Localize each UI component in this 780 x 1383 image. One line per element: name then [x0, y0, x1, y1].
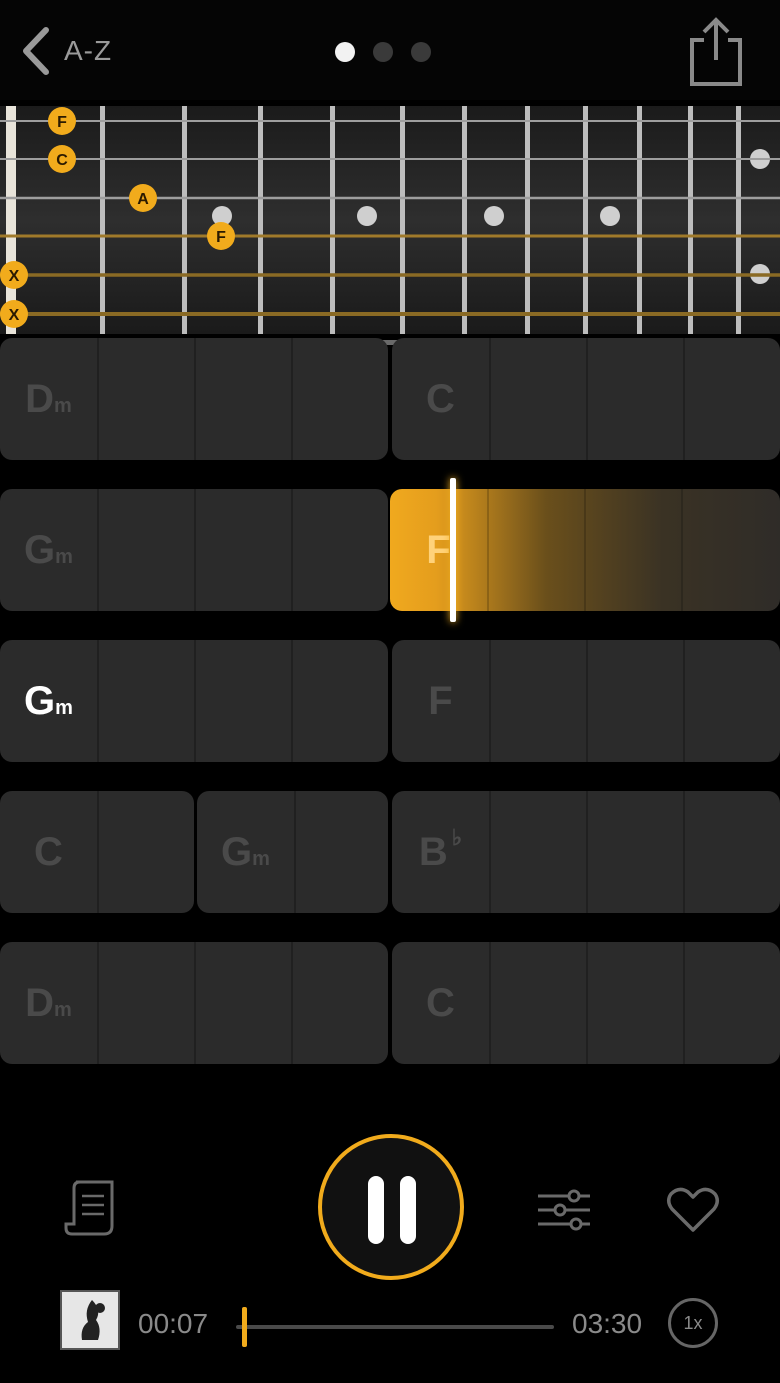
back-button[interactable]: A-Z	[18, 26, 112, 76]
chord-label: F	[428, 678, 453, 723]
chord-block[interactable]: Gm	[0, 640, 388, 762]
scroll-icon	[64, 1180, 114, 1236]
chord-block[interactable]: C	[392, 942, 780, 1064]
chord-block[interactable]: Gm	[197, 791, 388, 913]
chord-label: B ♭	[418, 825, 463, 874]
chevron-left-icon	[23, 27, 49, 75]
progress-track[interactable]	[236, 1325, 554, 1329]
svg-text:C: C	[56, 152, 68, 169]
chord-row: Dm C	[0, 338, 780, 460]
chord-label: C	[34, 829, 63, 874]
chord-row: Gm F	[0, 489, 780, 611]
pause-icon-bar	[368, 1176, 384, 1244]
page-dot-2[interactable]	[373, 42, 393, 62]
playback-speed-button[interactable]: 1x	[668, 1298, 718, 1348]
lyrics-sheet-button[interactable]	[64, 1176, 118, 1243]
chord-row: Gm F	[0, 640, 780, 762]
pause-icon-bar	[400, 1176, 416, 1244]
chord-label: Dm	[25, 376, 72, 421]
page-indicator	[335, 42, 431, 62]
chord-block[interactable]: C	[392, 338, 780, 460]
album-art-image	[62, 1292, 118, 1348]
total-duration: 03:30	[572, 1308, 643, 1339]
share-icon	[690, 17, 742, 86]
fretboard[interactable]: F C A F X X	[0, 100, 780, 340]
sliders-icon	[538, 1189, 590, 1231]
finger-marker: C	[48, 145, 76, 173]
page-dot-3[interactable]	[411, 42, 431, 62]
top-bar: A-Z	[0, 0, 780, 100]
chord-label: Gm	[221, 829, 270, 874]
muted-string-marker: X	[0, 261, 28, 289]
playhead[interactable]	[450, 478, 456, 622]
chord-block[interactable]: B ♭	[392, 791, 780, 913]
page-dot-1[interactable]	[335, 42, 355, 62]
back-label: A-Z	[64, 35, 113, 66]
chord-block[interactable]: C	[0, 791, 194, 913]
muted-string-marker: X	[0, 300, 28, 328]
svg-text:X: X	[9, 307, 20, 324]
heart-icon	[667, 1187, 719, 1232]
chord-block[interactable]: Dm	[0, 942, 388, 1064]
finger-marker: F	[48, 107, 76, 135]
svg-text:A: A	[137, 191, 149, 208]
active-chord-block[interactable]: F	[390, 489, 780, 611]
chord-row: C Gm B ♭	[0, 791, 780, 913]
current-chord-label: Gm	[24, 678, 73, 723]
mixer-button[interactable]	[536, 1188, 592, 1237]
chord-block[interactable]: F	[392, 640, 780, 762]
chord-label: C	[426, 376, 455, 421]
chord-row: Dm C	[0, 942, 780, 1064]
chord-block[interactable]: Dm	[0, 338, 388, 460]
finger-marker: F	[207, 222, 235, 250]
svg-text:F: F	[216, 229, 226, 246]
svg-text:F: F	[57, 114, 67, 131]
chord-label: Dm	[25, 980, 72, 1025]
chord-label: F	[426, 527, 451, 572]
elapsed-time: 00:07	[138, 1308, 209, 1339]
svg-text:X: X	[9, 268, 20, 285]
progress-thumb[interactable]	[242, 1307, 248, 1347]
chord-label: C	[426, 980, 455, 1025]
chord-block[interactable]: Gm	[0, 489, 388, 611]
share-button[interactable]	[686, 14, 746, 93]
favorite-button[interactable]	[666, 1186, 720, 1239]
album-art[interactable]	[60, 1290, 120, 1350]
chord-label: Gm	[24, 527, 73, 572]
finger-marker: A	[129, 184, 157, 212]
pause-button[interactable]	[318, 1134, 464, 1280]
nut	[6, 106, 16, 334]
